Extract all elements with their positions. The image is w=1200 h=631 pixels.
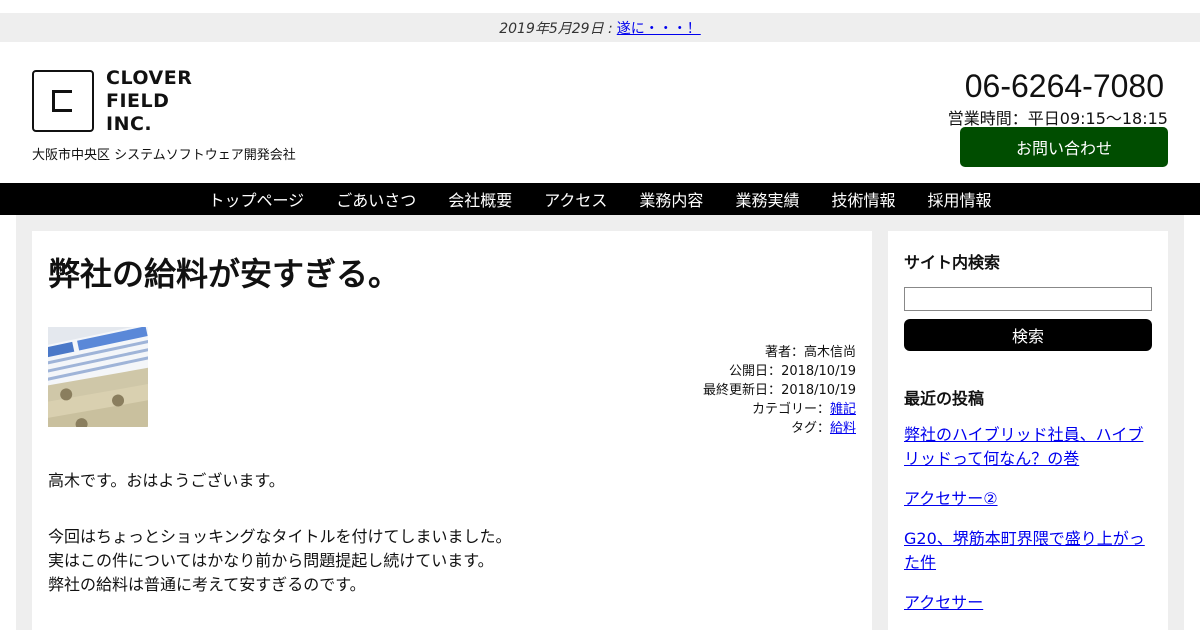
paragraph: 今回はちょっとショッキングなタイトルを付けてしまいました。 実はこの件については…: [48, 527, 512, 594]
notice-link[interactable]: 遂に・・・！: [617, 18, 701, 38]
recent-post-link[interactable]: アクセサー②: [904, 487, 1152, 511]
search-button[interactable]: 検索: [904, 319, 1152, 351]
nav-item-company[interactable]: 会社概要: [432, 187, 528, 211]
recent-post-link[interactable]: アクセサー: [904, 591, 1152, 615]
recent-post-link[interactable]: G20、堺筋本町界隈で盛り上がった件: [904, 527, 1152, 575]
phone-number: 06-6264-7080: [964, 68, 1164, 104]
tag-link[interactable]: 給料: [830, 421, 856, 436]
article-title: 弊社の給料が安すぎる。: [48, 255, 401, 293]
paragraph: 高木です。おはようございます。: [48, 471, 285, 490]
logo-line: FIELD: [106, 90, 170, 112]
meta-category: カテゴリー：雑記: [751, 402, 856, 417]
business-hours: 営業時間：平日09:15〜18:15: [947, 109, 1168, 128]
nav-item-services[interactable]: 業務内容: [623, 187, 719, 211]
article-thumbnail: [48, 327, 148, 427]
recent-posts-list: 弊社のハイブリッド社員、ハイブリッドって何なん？の巻 アクセサー② G20、堺筋…: [904, 423, 1152, 631]
logo-line: INC.: [106, 113, 153, 135]
meta-author: 著者：高木信尚: [764, 345, 856, 360]
meta-published: 公開日：2018/10/19: [729, 364, 856, 379]
recent-posts-heading: 最近の投稿: [904, 389, 985, 408]
main-nav: トップページ ごあいさつ 会社概要 アクセス 業務内容 業務実績 技術情報 採用…: [0, 183, 1200, 215]
logo-line: CLOVER: [106, 67, 193, 89]
category-link[interactable]: 雑記: [830, 402, 856, 417]
notice-date: 2019年5月29日 :: [499, 20, 613, 37]
notice-bar: 2019年5月29日 : 遂に・・・！: [0, 13, 1200, 42]
nav-item-access[interactable]: アクセス: [528, 187, 623, 211]
nav-item-tech[interactable]: 技術情報: [815, 187, 911, 211]
contact-button[interactable]: お問い合わせ: [960, 127, 1168, 167]
nav-item-works[interactable]: 業務実績: [719, 187, 815, 211]
search-heading: サイト内検索: [904, 253, 1001, 272]
meta-tag: タグ：給料: [790, 421, 856, 436]
nav-item-top[interactable]: トップページ: [193, 187, 321, 211]
article: 弊社の給料が安すぎる。 著者：高木信尚 公開日：2018/10/19 最終更新日…: [32, 231, 872, 630]
search-input[interactable]: [904, 287, 1152, 311]
nav-item-recruit[interactable]: 採用情報: [911, 187, 1007, 211]
nav-item-greeting[interactable]: ごあいさつ: [320, 187, 432, 211]
article-body: 高木です。おはようございます。 今回はちょっとショッキングなタイトルを付けてしま…: [48, 469, 848, 629]
article-meta: 著者：高木信尚 公開日：2018/10/19 最終更新日：2018/10/19 …: [703, 343, 856, 438]
sidebar: サイト内検索 検索 最近の投稿 弊社のハイブリッド社員、ハイブリッドって何なん？…: [888, 231, 1168, 630]
recent-post-link[interactable]: 弊社のハイブリッド社員、ハイブリッドって何なん？の巻: [904, 423, 1152, 471]
logo-text[interactable]: CLOVER FIELD INC.: [106, 67, 192, 136]
tagline: 大阪市中央区 システムソフトウェア開発会社: [32, 148, 296, 163]
logo-icon[interactable]: [32, 70, 94, 132]
meta-updated: 最終更新日：2018/10/19: [703, 383, 856, 398]
